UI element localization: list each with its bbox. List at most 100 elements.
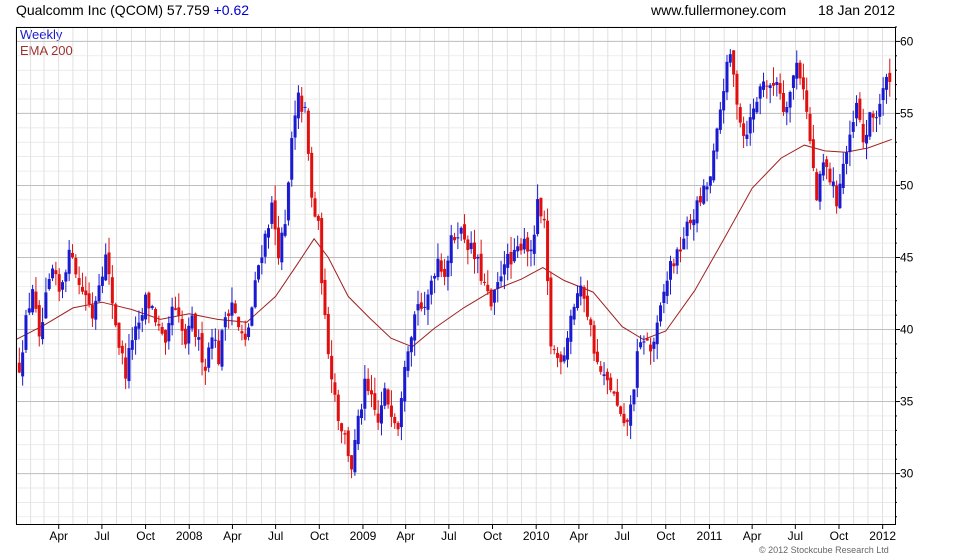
price-bar-up bbox=[51, 264, 55, 282]
price-bar-down bbox=[310, 146, 314, 208]
price-bar-up bbox=[459, 226, 463, 241]
x-axis: Apr Jul Oct 2008 Apr Jul Oct 2009 Apr Jul Oct 2010 A… bbox=[49, 524, 896, 543]
price-bar-down bbox=[273, 185, 277, 246]
price-bar-up bbox=[353, 429, 357, 476]
price-bar-down bbox=[419, 292, 423, 312]
bar-body bbox=[755, 101, 759, 113]
bar-body bbox=[413, 314, 417, 341]
price-bar-down bbox=[808, 107, 812, 145]
bar-body bbox=[738, 107, 742, 123]
price-bar-up bbox=[383, 382, 387, 410]
bar-body bbox=[446, 260, 450, 277]
bar-body bbox=[722, 91, 726, 111]
bar-body bbox=[77, 278, 81, 286]
price-bar-up bbox=[469, 231, 473, 254]
price-bar-down bbox=[90, 292, 94, 328]
price-bar-up bbox=[572, 303, 576, 326]
price-bar-down bbox=[54, 261, 58, 286]
bar-body bbox=[217, 340, 221, 365]
bar-body bbox=[602, 374, 606, 376]
bar-body bbox=[61, 282, 65, 290]
bar-body bbox=[54, 270, 58, 275]
price-bar-up bbox=[21, 340, 25, 386]
price-bar-down bbox=[828, 162, 832, 185]
price-bar-up bbox=[286, 181, 290, 226]
price-bar-down bbox=[815, 168, 819, 202]
bar-body bbox=[768, 85, 772, 89]
price-bar-down bbox=[539, 197, 543, 224]
x-tick-label: 2008 bbox=[176, 529, 203, 543]
bar-body bbox=[575, 293, 579, 309]
price-bar-up bbox=[100, 266, 104, 294]
price-bar-up bbox=[247, 323, 251, 341]
price-bar-down bbox=[595, 338, 599, 365]
bar-body bbox=[821, 162, 825, 176]
bar-body bbox=[532, 234, 536, 254]
bar-body bbox=[509, 251, 513, 265]
price-bar-up bbox=[44, 277, 48, 320]
x-tick-label: 2011 bbox=[697, 529, 723, 543]
bar-body bbox=[154, 309, 158, 323]
bar-body bbox=[486, 284, 490, 292]
price-bar-up bbox=[762, 72, 766, 98]
bar-body bbox=[453, 237, 457, 241]
bar-body bbox=[785, 107, 789, 113]
price-bar-down bbox=[619, 405, 623, 417]
bar-body bbox=[240, 331, 244, 334]
bar-body bbox=[429, 280, 433, 295]
price-bar-up bbox=[250, 306, 254, 327]
bar-body bbox=[871, 113, 875, 118]
bar-body bbox=[173, 308, 177, 310]
price-bar-up bbox=[755, 96, 759, 114]
bar-body bbox=[326, 313, 330, 355]
bar-body bbox=[818, 173, 822, 202]
bar-body bbox=[546, 220, 550, 282]
bar-body bbox=[97, 285, 101, 302]
x-tick-label: Jul bbox=[788, 529, 803, 543]
price-bar-up bbox=[566, 331, 570, 368]
y-tick-label: 35 bbox=[900, 395, 914, 409]
price-bar-up bbox=[283, 209, 287, 238]
price-bar-up bbox=[150, 304, 154, 310]
bar-body bbox=[589, 319, 593, 326]
bar-body bbox=[556, 352, 560, 358]
price-bar-up bbox=[303, 101, 307, 113]
bar-body bbox=[263, 233, 267, 257]
x-tick-label: Apr bbox=[49, 529, 68, 543]
price-bar-up bbox=[522, 227, 526, 254]
bar-body bbox=[718, 109, 722, 130]
price-bar-up bbox=[868, 111, 872, 140]
price-bar-up bbox=[512, 238, 516, 264]
bar-body bbox=[715, 128, 719, 152]
bar-body bbox=[762, 81, 766, 90]
price-bar-down bbox=[326, 306, 330, 359]
bar-body bbox=[635, 351, 639, 388]
bar-body bbox=[502, 264, 506, 275]
price-bar-up bbox=[662, 283, 666, 314]
price-bar-up bbox=[506, 243, 510, 281]
bar-body bbox=[296, 92, 300, 119]
bar-body bbox=[280, 232, 284, 263]
price-bar-down bbox=[486, 270, 490, 295]
price-bar-down bbox=[526, 231, 530, 267]
bar-body bbox=[682, 238, 686, 250]
price-bar-up bbox=[775, 77, 779, 97]
price-bar-down bbox=[825, 155, 829, 180]
bar-body bbox=[167, 323, 171, 342]
price-bar-down bbox=[177, 293, 181, 323]
price-bar-up bbox=[213, 328, 217, 348]
price-bar-up bbox=[210, 328, 214, 360]
bar-body bbox=[582, 287, 586, 299]
bar-body bbox=[669, 261, 673, 280]
price-bar-up bbox=[456, 222, 460, 250]
price-bar-up bbox=[220, 328, 224, 371]
bar-body bbox=[625, 419, 629, 422]
price-bar-down bbox=[871, 110, 875, 133]
bar-body bbox=[788, 92, 792, 108]
price-bar-up bbox=[659, 302, 663, 327]
price-bar-down bbox=[373, 377, 377, 416]
bar-body bbox=[612, 391, 616, 394]
bar-body bbox=[144, 294, 148, 320]
price-bar-down bbox=[300, 87, 304, 123]
price-bar-up bbox=[197, 329, 201, 351]
